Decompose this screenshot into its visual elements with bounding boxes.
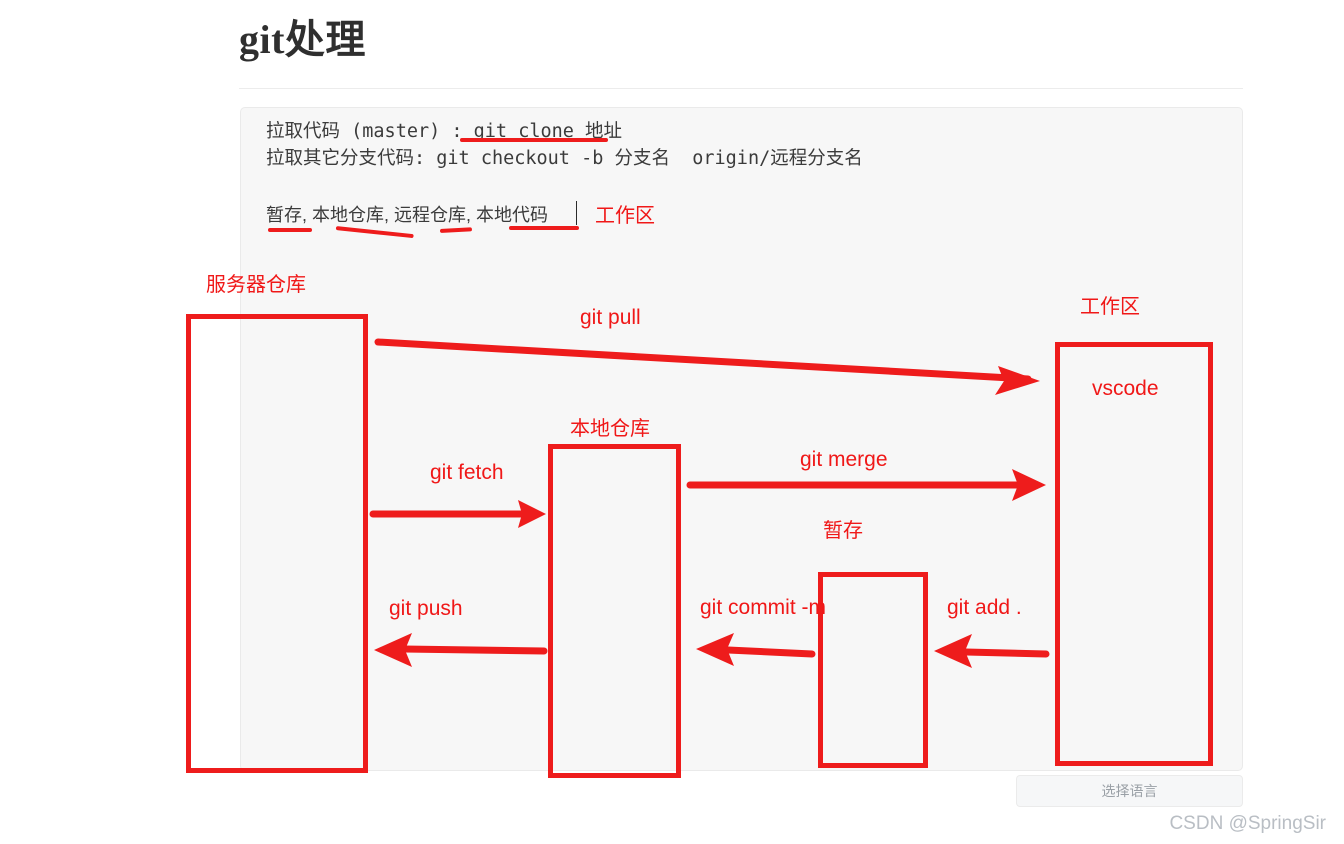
text-caret — [576, 201, 577, 225]
diagram-label-git-fetch: git fetch — [430, 461, 504, 484]
note-line-checkout: 拉取其它分支代码: git checkout -b 分支名 origin/远程分… — [266, 148, 863, 169]
diagram-label-git-pull: git pull — [580, 306, 641, 329]
note-annotation-workspace: 工作区 — [595, 205, 655, 227]
diagram-label-workspace: 工作区 — [1080, 296, 1140, 318]
title-divider — [239, 88, 1243, 89]
diagram-box-server-repo — [186, 314, 368, 773]
diagram-label-local-repo: 本地仓库 — [570, 418, 650, 440]
page-title: git处理 — [239, 17, 366, 62]
underline-git-clone — [460, 138, 608, 142]
diagram-box-workspace — [1055, 342, 1213, 766]
diagram-label-staging: 暂存 — [823, 520, 863, 542]
underline-local-code — [509, 226, 579, 230]
watermark: CSDN @SpringSir — [1169, 813, 1326, 834]
diagram-label-git-commit: git commit -m — [700, 596, 826, 619]
diagram-label-git-add: git add . — [947, 596, 1022, 619]
note-line-areas: 暂存, 本地仓库, 远程仓库, 本地代码 — [266, 205, 549, 225]
diagram-label-server-repo: 服务器仓库 — [206, 274, 306, 296]
select-language-button[interactable]: 选择语言 — [1016, 775, 1243, 807]
diagram-label-git-push: git push — [389, 597, 463, 620]
underline-zancun — [268, 228, 312, 232]
diagram-label-git-merge: git merge — [800, 448, 888, 471]
diagram-box-local-repo — [548, 444, 681, 778]
diagram-label-vscode: vscode — [1092, 377, 1159, 400]
diagram-box-staging — [818, 572, 928, 768]
